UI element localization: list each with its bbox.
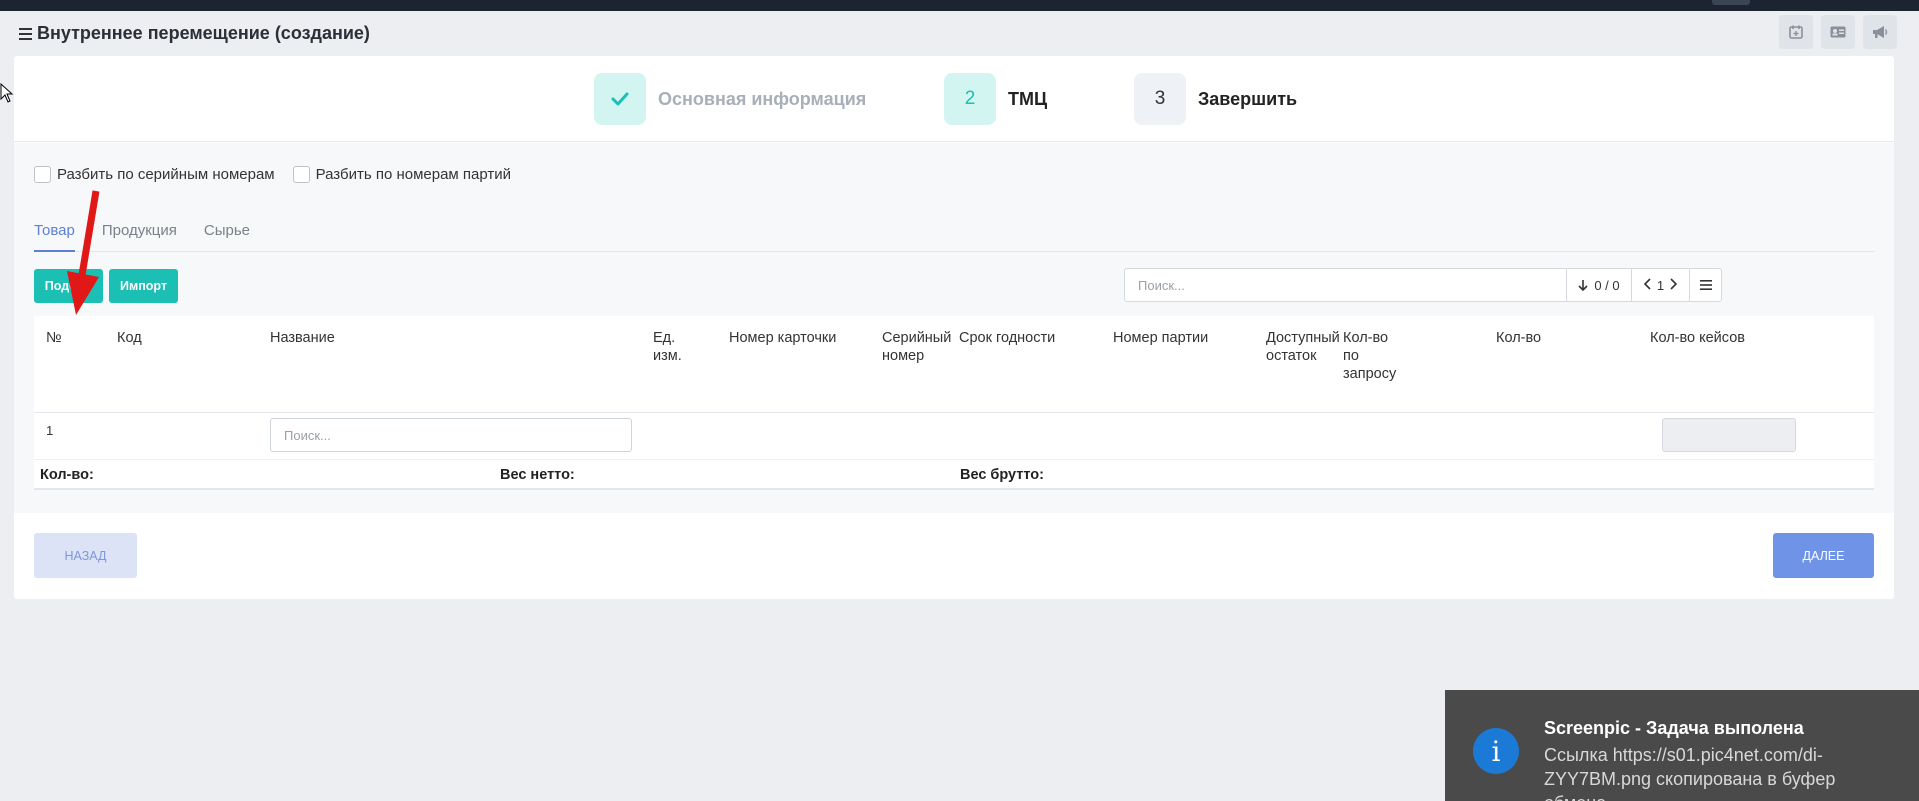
page-title: Внутреннее перемещение (создание) xyxy=(37,23,370,43)
annotation-arrow-icon xyxy=(67,190,100,315)
split-batch-label: Разбить по номерам партий xyxy=(315,166,512,183)
col-code: Код xyxy=(117,330,142,346)
pagination: 1 xyxy=(1631,269,1689,301)
import-button[interactable]: Импорт xyxy=(109,269,178,303)
col-available: Доступный остаток xyxy=(1266,330,1340,364)
next-button[interactable]: ДАЛЕЕ xyxy=(1773,533,1874,578)
page-number: 1 xyxy=(1656,277,1665,293)
col-serial-number: Серийный номер xyxy=(882,330,952,364)
mouse-cursor-icon xyxy=(0,83,14,103)
search-counter[interactable]: 0 / 0 xyxy=(1566,269,1631,301)
page-header: Внутреннее перемещение (создание) xyxy=(0,11,1919,56)
row-number: 1 xyxy=(46,423,54,438)
page-title-wrap: Внутреннее перемещение (создание) xyxy=(19,23,370,44)
step-label: ТМЦ xyxy=(1008,88,1048,109)
list-menu-icon[interactable] xyxy=(1689,269,1721,301)
step-badge: 2 xyxy=(944,73,996,125)
cases-input[interactable] xyxy=(1662,418,1796,452)
step-label: Завершить xyxy=(1198,88,1298,109)
step-label: Основная информация xyxy=(658,88,867,109)
split-serial-label: Разбить по серийным номерам xyxy=(57,166,275,183)
step-items[interactable]: 2 ТМЦ xyxy=(944,73,1047,125)
main-card: Основная информация 2 ТМЦ 3 Завершить Ра… xyxy=(14,56,1894,599)
split-batch-checkbox[interactable] xyxy=(292,166,310,183)
search-input[interactable] xyxy=(1125,270,1566,300)
id-card-icon[interactable] xyxy=(1821,15,1855,49)
total-gross-weight-label: Вес брутто: xyxy=(960,467,1044,483)
item-type-tabs: Товар Продукция Сырье xyxy=(34,212,1874,252)
col-expiry: Срок годности xyxy=(959,330,1056,346)
wizard-steps: Основная информация 2 ТМЦ 3 Завершить xyxy=(14,56,1894,142)
items-table: № Код Название Ед. изм. Номер карточки С… xyxy=(34,316,1874,490)
notification-toast[interactable]: i Screenpic - Задача выполена Ссылка htt… xyxy=(1445,690,1919,801)
split-options: Разбить по серийным номерам Разбить по н… xyxy=(34,166,529,183)
col-qty: Кол-во xyxy=(1496,330,1542,346)
header-divider xyxy=(34,412,1874,413)
col-requested: Кол-во по запросу xyxy=(1343,330,1397,382)
col-batch-number: Номер партии xyxy=(1113,330,1209,346)
col-name: Название xyxy=(270,330,335,346)
col-cases: Кол-во кейсов xyxy=(1650,330,1745,346)
table-search: 0 / 0 1 xyxy=(1124,268,1722,302)
step-badge: 3 xyxy=(1134,73,1186,125)
tab-raw-materials[interactable]: Сырье xyxy=(204,212,250,251)
split-serial-checkbox[interactable] xyxy=(34,166,51,183)
chevron-right-icon[interactable] xyxy=(1670,277,1678,293)
arrow-down-icon xyxy=(1578,280,1588,291)
name-search-input[interactable] xyxy=(270,418,632,452)
menu-icon[interactable] xyxy=(19,27,32,40)
info-icon: i xyxy=(1473,728,1519,774)
search-counter-text: 0 / 0 xyxy=(1594,277,1620,293)
header-icons xyxy=(1779,15,1897,49)
toast-message: Ссылка https://s01.pic4net.com/di-ZYY7BM… xyxy=(1544,745,1836,801)
top-bar xyxy=(0,0,1919,11)
total-net-weight-label: Вес нетто: xyxy=(500,467,575,483)
col-card-number: Номер карточки xyxy=(729,330,837,346)
col-unit: Ед. изм. xyxy=(653,330,682,364)
split-serial-option[interactable]: Разбить по серийным номерам xyxy=(34,166,275,183)
toast-title: Screenpic - Задача выполена xyxy=(1544,718,1804,738)
megaphone-icon[interactable] xyxy=(1863,15,1897,49)
table-totals: Кол-во: Вес нетто: Вес брутто: xyxy=(34,459,1874,490)
col-num: № xyxy=(46,330,62,346)
total-qty-label: Кол-во: xyxy=(40,467,94,483)
tab-products[interactable]: Продукция xyxy=(102,212,177,251)
back-button[interactable]: НАЗАД xyxy=(34,533,137,578)
split-batch-option[interactable]: Разбить по номерам партий xyxy=(292,166,512,183)
step-finish[interactable]: 3 Завершить xyxy=(1134,73,1297,125)
check-icon xyxy=(594,73,646,125)
calendar-icon[interactable] xyxy=(1779,15,1813,49)
chevron-left-icon[interactable] xyxy=(1643,277,1651,293)
topbar-button[interactable] xyxy=(1712,0,1750,5)
step-main-info[interactable]: Основная информация xyxy=(594,73,866,125)
